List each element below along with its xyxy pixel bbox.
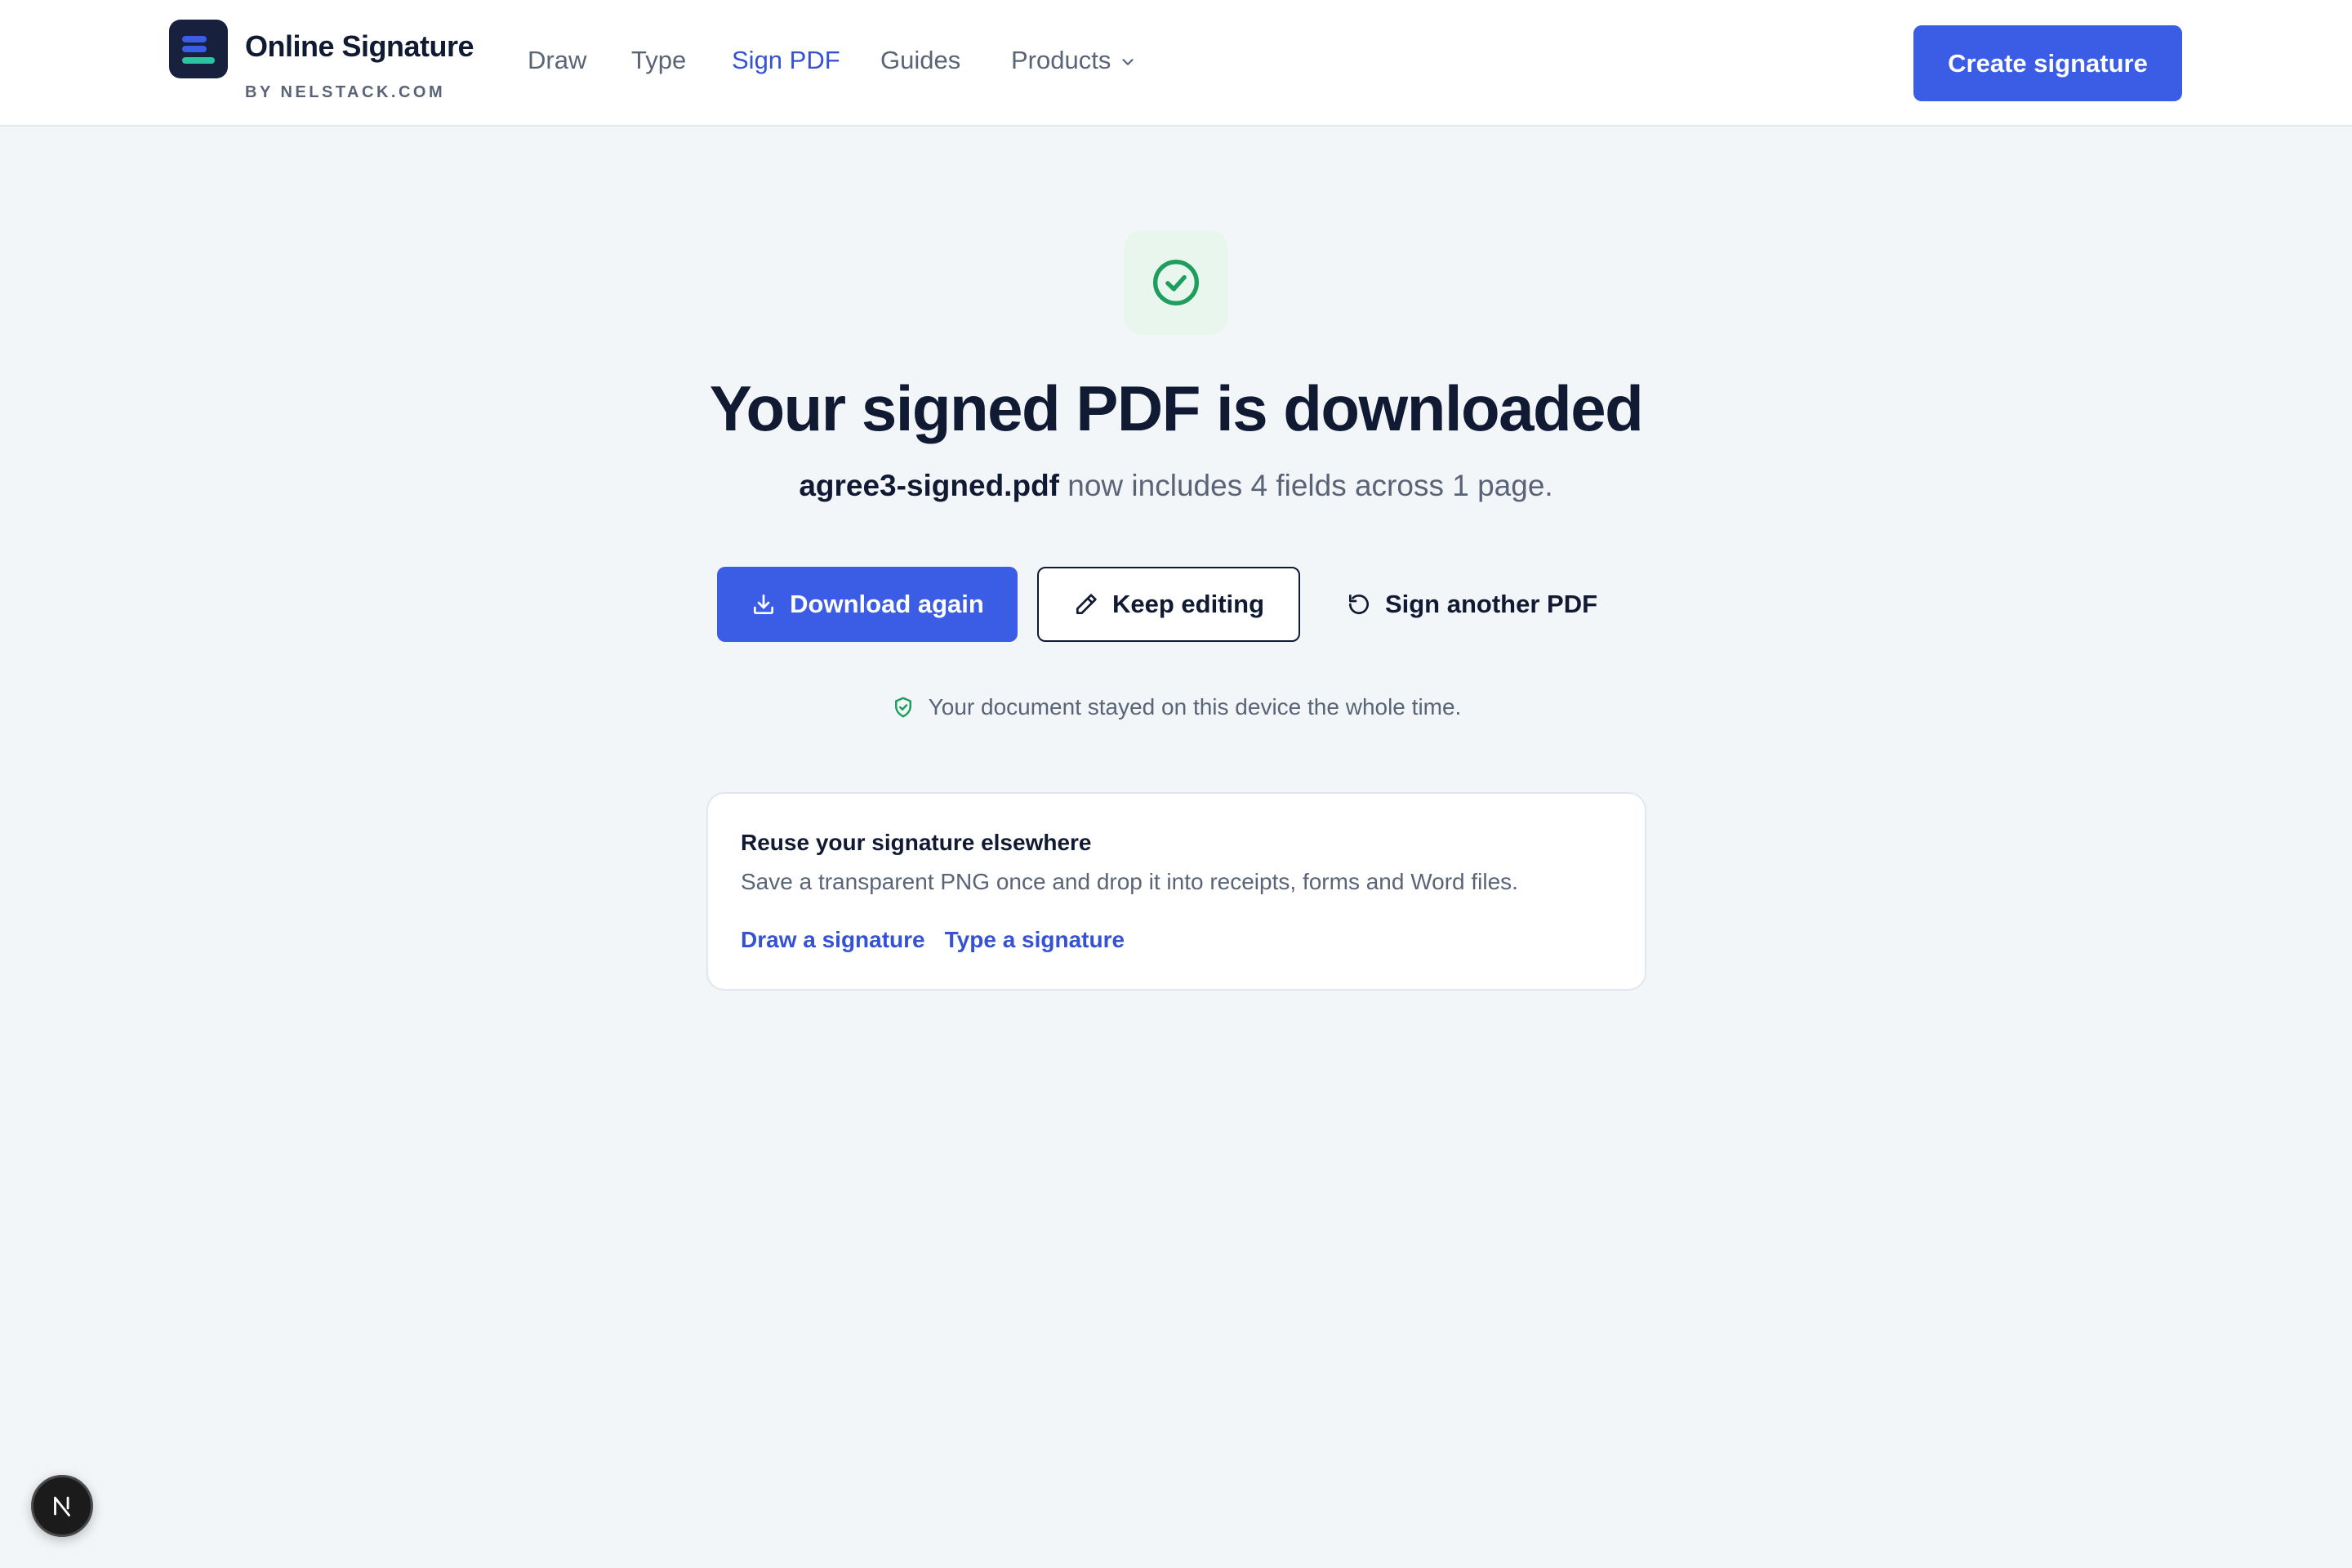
download-again-label: Download again <box>790 590 984 618</box>
success-badge <box>1124 230 1228 335</box>
action-buttons: Download again Keep editing Sign another… <box>0 567 2352 642</box>
privacy-note-text: Your document stayed on this device the … <box>928 694 1462 719</box>
brand-title: Online Signature <box>245 29 474 63</box>
subtitle-text: now includes 4 fields across 1 page. <box>1067 469 1553 502</box>
logo-icon <box>169 20 228 78</box>
page-subtitle: agree3-signed.pdf now includes 4 fields … <box>0 469 2352 503</box>
nav-item-sign-pdf[interactable]: Sign PDF <box>732 46 840 75</box>
card-description: Save a transparent PNG once and drop it … <box>741 869 1518 894</box>
nav-item-products[interactable]: Products <box>1011 46 1137 75</box>
download-again-button[interactable]: Download again <box>717 567 1018 642</box>
shield-check-icon <box>894 697 911 718</box>
check-circle-icon <box>1153 260 1199 305</box>
nextjs-logo-icon <box>54 1496 70 1517</box>
nav-item-type[interactable]: Type <box>631 46 686 75</box>
keep-editing-button[interactable]: Keep editing <box>1037 567 1300 642</box>
privacy-note: Your document stayed on this device the … <box>0 694 2352 720</box>
brand-text: Online Signature BY NELSTACK.COM <box>245 29 474 101</box>
card-title: Reuse your signature elsewhere <box>741 830 1092 855</box>
sign-another-pdf-button[interactable]: Sign another PDF <box>1333 567 1610 642</box>
brand-subtitle: BY NELSTACK.COM <box>245 83 446 101</box>
nav-item-products-label: Products <box>1011 46 1111 74</box>
top-header: Online Signature BY NELSTACK.COM Draw Ty… <box>0 0 2352 127</box>
draw-signature-link[interactable]: Draw a signature <box>741 927 925 953</box>
chevron-down-icon <box>1122 58 1134 65</box>
page-title: Your signed PDF is downloaded <box>709 372 1644 444</box>
sign-another-pdf-label: Sign another PDF <box>1384 590 1598 618</box>
reuse-signature-card: Reuse your signature elsewhere Save a tr… <box>706 792 1646 991</box>
keep-editing-label: Keep editing <box>1111 590 1264 618</box>
brand-home-link[interactable]: Online Signature BY NELSTACK.COM <box>169 20 474 101</box>
type-signature-link[interactable]: Type a signature <box>945 927 1125 953</box>
nextjs-dev-indicator[interactable] <box>31 1475 93 1537</box>
download-icon <box>754 595 774 614</box>
card-links: Draw a signature Type a signature <box>741 927 1125 953</box>
pencil-icon <box>1076 594 1097 614</box>
file-name: agree3-signed.pdf <box>799 469 1059 502</box>
rotate-ccw-icon <box>1348 595 1369 614</box>
create-signature-button[interactable]: Create signature <box>1913 25 2182 101</box>
nav-item-draw[interactable]: Draw <box>528 46 586 75</box>
nav-item-guides[interactable]: Guides <box>880 46 960 75</box>
